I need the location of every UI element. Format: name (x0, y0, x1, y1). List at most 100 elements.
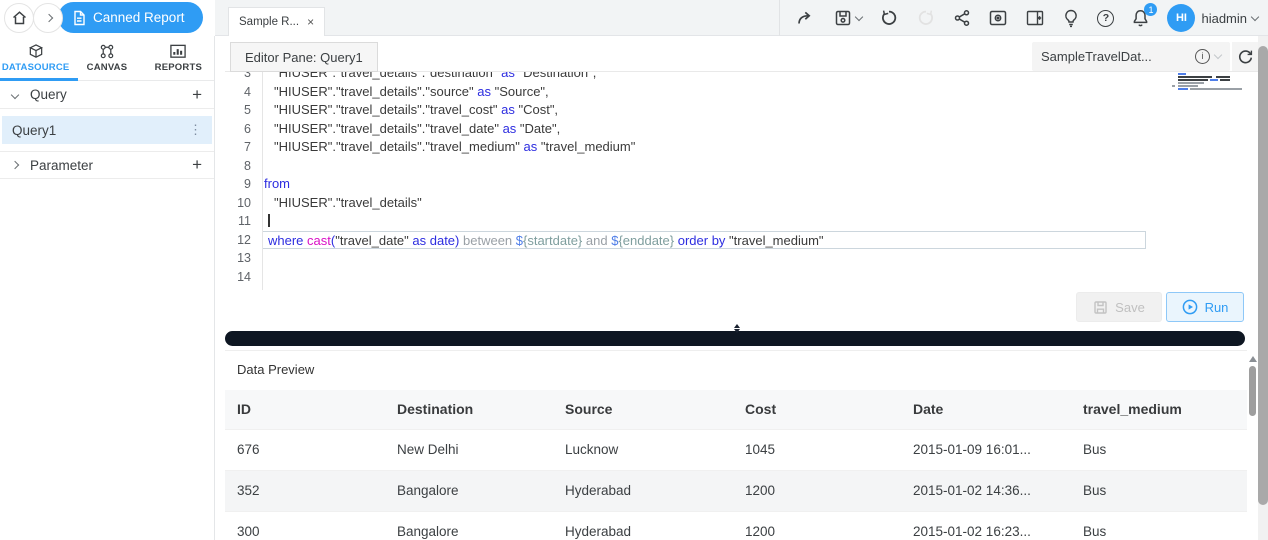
forward-arrow-button[interactable] (796, 9, 816, 27)
line-text: "HIUSER"."travel_details"."travel_date" … (274, 120, 561, 136)
code-line[interactable]: 9 from (225, 175, 1247, 194)
code-line[interactable]: 4 "HIUSER"."travel_details"."source" as "… (225, 83, 1247, 102)
line-text: "HIUSER"."travel_details" (274, 194, 422, 210)
table-cell: Bangalore (397, 483, 459, 498)
splitter-handle-icon[interactable] (733, 324, 741, 333)
line-number: 3 (244, 72, 251, 80)
code-line[interactable]: 13 (225, 249, 1247, 268)
user-menu[interactable]: HI hiadmin (1167, 4, 1260, 32)
sql-editor[interactable]: 3 "HIUSER"."travel_details"."destination"… (225, 72, 1247, 290)
gutter-divider (262, 72, 263, 290)
home-icon (11, 10, 28, 26)
tab-reports[interactable]: REPORTS (143, 36, 214, 80)
canned-report-pill[interactable]: Canned Report (58, 2, 203, 33)
code-line[interactable]: 7 "HIUSER"."travel_details"."travel_mediu… (225, 138, 1247, 157)
panel-toggle-icon (1027, 10, 1044, 26)
canvas-nodes-icon (97, 43, 117, 60)
code-line[interactable]: 8 (225, 157, 1247, 176)
query-section-header[interactable]: Query + (0, 81, 214, 109)
chevron-down-icon (1213, 50, 1223, 60)
tab-sample-report[interactable]: Sample R... × (228, 7, 326, 36)
kebab-menu-icon[interactable]: ⋮ (189, 122, 202, 138)
user-name: hiadmin (1201, 10, 1247, 26)
panel-toggle-button[interactable] (1025, 9, 1045, 27)
datasource-selector[interactable]: SampleTravelDat... i (1032, 42, 1230, 71)
tab-close-icon[interactable]: × (307, 15, 314, 29)
line-text: "HIUSER"."travel_details"."destination" … (274, 72, 597, 80)
code-line[interactable]: 10 "HIUSER"."travel_details" (225, 194, 1247, 213)
tab-canvas-label: CANVAS (86, 62, 128, 73)
save-icon (836, 10, 851, 26)
editor-pane-title: Editor Pane: Query1 (230, 42, 378, 72)
line-number: 9 (244, 177, 251, 191)
line-text: where cast("travel_date" as date) betwee… (262, 230, 1146, 249)
notifications-button[interactable]: 1 (1131, 3, 1158, 28)
toolbar: ? 1 HI hiadmin (779, 0, 1260, 36)
home-button[interactable] (4, 3, 34, 33)
table-cell: 352 (237, 483, 260, 498)
line-number: 10 (237, 195, 251, 210)
tab-canvas[interactable]: CANVAS (71, 36, 142, 80)
table-cell: Bus (1083, 442, 1107, 457)
avatar: HI (1167, 4, 1196, 32)
undo-button[interactable] (879, 8, 899, 28)
table-cell: 300 (237, 524, 260, 539)
code-line[interactable]: 14 (225, 268, 1247, 287)
refresh-button[interactable] (1232, 42, 1258, 71)
column-header: Cost (745, 401, 777, 417)
idea-button[interactable] (1062, 8, 1080, 28)
breadcrumb-forward-button[interactable] (33, 3, 63, 33)
code-line[interactable]: 5 "HIUSER"."travel_details"."travel_cost"… (225, 101, 1247, 120)
query-item-query1[interactable]: Query1 ⋮ (2, 116, 212, 144)
table-header-row: ID Destination Source Cost Date travel_medium (225, 390, 1247, 429)
code-line[interactable]: 6 "HIUSER"."travel_details"."travel_date"… (225, 120, 1247, 139)
save-dropdown-button[interactable] (833, 8, 864, 28)
column-header: ID (237, 401, 251, 417)
code-line[interactable]: 12 where cast("travel_date" as date) betw… (225, 230, 1247, 249)
scroll-up-arrow-icon[interactable] (1249, 356, 1257, 362)
share-button[interactable] (953, 9, 971, 27)
help-button[interactable]: ? (1097, 9, 1115, 27)
save-button[interactable]: Save (1076, 292, 1162, 322)
preview-scrollbar-thumb[interactable] (1249, 366, 1256, 416)
chevron-right-icon (10, 160, 20, 170)
code-line[interactable]: 11 (225, 212, 1247, 231)
table-cell: 2015-01-09 16:01... (913, 442, 1031, 457)
data-preview-table: ID Destination Source Cost Date travel_medium… (225, 390, 1247, 540)
table-cell: Bus (1083, 524, 1107, 539)
table-cell: 676 (237, 442, 260, 457)
preview-button[interactable] (988, 9, 1008, 27)
table-row: 676 New Delhi Lucknow 1045 2015-01-09 16:01.… (225, 429, 1247, 470)
tab-datasource[interactable]: DATASOURCE (0, 36, 71, 80)
data-preview-panel: Data Preview ID Destination Source Cost Date… (225, 350, 1247, 540)
run-button[interactable]: Run (1166, 292, 1244, 322)
app-root: Canned Report Sample R... × + (0, 0, 1268, 540)
table-cell: Hyderabad (565, 524, 632, 539)
play-icon (1182, 299, 1197, 315)
parameter-section-header[interactable]: Parameter + (0, 151, 214, 179)
share-icon (955, 10, 970, 26)
line-number: 12 (237, 232, 251, 247)
pane-splitter[interactable] (225, 324, 1245, 346)
page-scrollbar-thumb[interactable] (1258, 46, 1268, 505)
preview-icon (990, 10, 1007, 26)
line-number: 6 (244, 121, 251, 136)
table-cell: 1200 (745, 524, 776, 539)
info-icon[interactable]: i (1195, 49, 1210, 64)
preview-scrollbar[interactable] (1248, 352, 1258, 540)
line-text (262, 212, 270, 231)
add-query-button[interactable]: + (192, 85, 202, 105)
redo-button[interactable] (916, 8, 936, 28)
editor-header: Editor Pane: Query1 SampleTravelDat... i (225, 36, 1258, 72)
line-text: from (264, 176, 290, 191)
line-number: 8 (244, 158, 251, 173)
run-button-label: Run (1204, 299, 1229, 315)
undo-icon (882, 10, 897, 25)
line-text: "HIUSER"."travel_details"."travel_medium… (274, 139, 636, 154)
floppy-icon (1094, 300, 1107, 314)
add-parameter-button[interactable]: + (192, 155, 202, 175)
page-scrollbar[interactable] (1258, 36, 1268, 540)
table-cell: Bangalore (397, 524, 459, 539)
help-icon: ? (1097, 9, 1115, 27)
code-line[interactable]: 3 "HIUSER"."travel_details"."destination"… (225, 72, 1247, 83)
